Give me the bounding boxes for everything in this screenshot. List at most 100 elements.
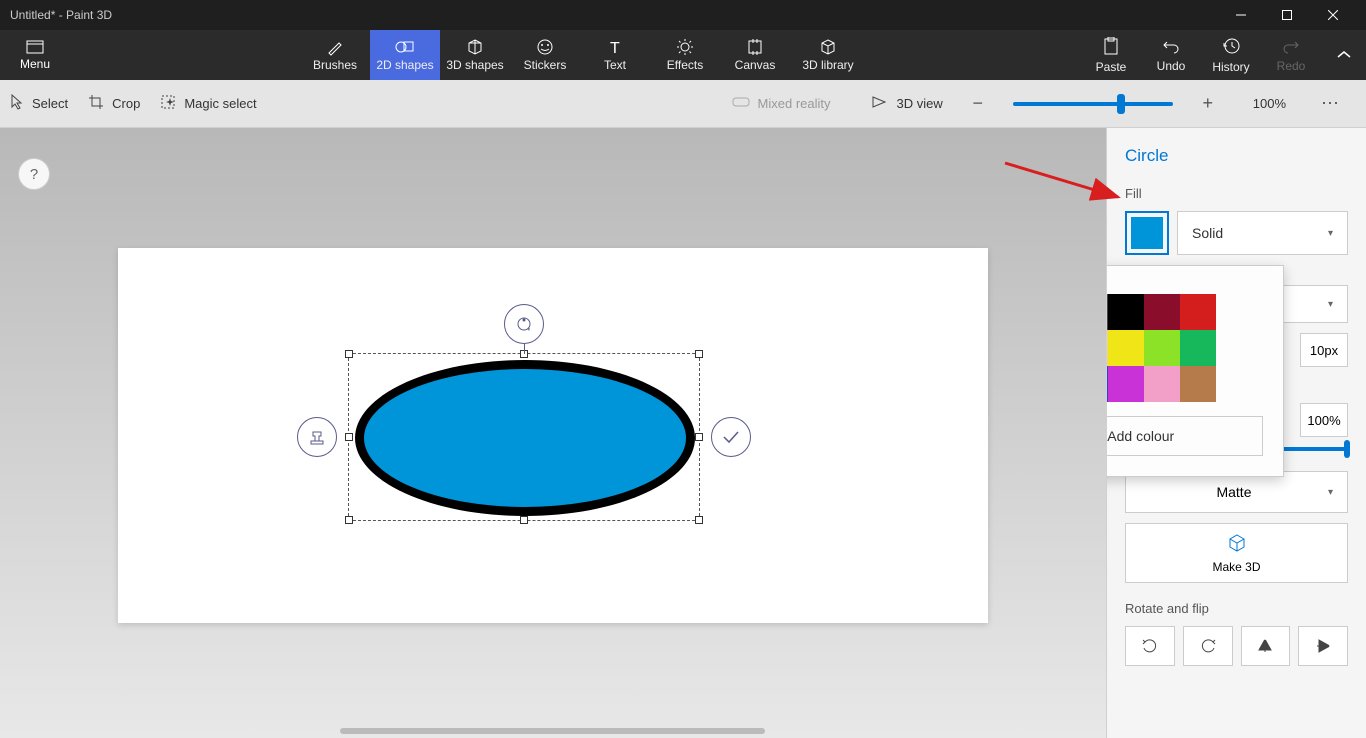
library3d-icon <box>819 38 837 56</box>
add-color-button[interactable]: + Add colour <box>1106 416 1263 456</box>
zoom-in-button[interactable]: + <box>1193 89 1223 119</box>
window-controls <box>1218 0 1356 30</box>
fill-type-dropdown[interactable]: Solid ▾ <box>1177 211 1348 255</box>
more-options[interactable]: ⋯ <box>1321 93 1341 114</box>
menu-label: Menu <box>20 57 50 71</box>
resize-handle-w[interactable] <box>345 433 353 441</box>
close-button[interactable] <box>1310 0 1356 30</box>
sub-toolbar: Select Crop Magic select Mixed reality 3… <box>0 80 1366 128</box>
fill-color-swatch[interactable] <box>1125 211 1169 255</box>
help-button[interactable]: ? <box>18 158 50 190</box>
resize-handle-s[interactable] <box>520 516 528 524</box>
window-title: Untitled* - Paint 3D <box>10 8 112 22</box>
color-swatch[interactable] <box>1180 330 1216 366</box>
flip-vertical-button[interactable] <box>1298 626 1348 666</box>
selection-box[interactable] <box>348 353 700 521</box>
flip-horizontal-button[interactable] <box>1241 626 1291 666</box>
effects-icon <box>676 38 694 56</box>
tab-3d-shapes[interactable]: 3D shapes <box>440 30 510 80</box>
rotate-button[interactable] <box>504 304 544 344</box>
zoom-out-button[interactable]: − <box>963 89 993 119</box>
shapes2d-icon <box>395 38 415 56</box>
crop-icon <box>88 94 104 113</box>
stickers-icon <box>536 38 554 56</box>
color-swatch[interactable] <box>1108 330 1144 366</box>
zoom-percent: 100% <box>1253 96 1286 111</box>
cursor-icon <box>10 94 24 113</box>
color-swatch[interactable] <box>1180 366 1216 402</box>
horizontal-scrollbar[interactable] <box>340 728 765 734</box>
rotate-ccw-button[interactable] <box>1183 626 1233 666</box>
commit-button[interactable] <box>711 417 751 457</box>
color-swatch[interactable] <box>1144 330 1180 366</box>
paste-icon <box>1103 37 1119 58</box>
zoom-slider[interactable] <box>1013 102 1173 106</box>
fill-color-inner <box>1131 217 1163 249</box>
history-button[interactable]: History <box>1201 30 1261 80</box>
canvas-icon <box>746 38 764 56</box>
undo-icon <box>1162 38 1180 57</box>
text-icon: T <box>607 38 623 56</box>
cube-icon <box>1227 533 1247 556</box>
tab-effects[interactable]: Effects <box>650 30 720 80</box>
stamp-button[interactable] <box>297 417 337 457</box>
opacity-handle[interactable] <box>1344 440 1350 458</box>
tab-3d-library[interactable]: 3D library <box>790 30 866 80</box>
chevron-down-icon: ▾ <box>1328 299 1333 310</box>
resize-handle-sw[interactable] <box>345 516 353 524</box>
tab-2d-shapes[interactable]: 2D shapes <box>370 30 440 80</box>
zoom-handle[interactable] <box>1117 94 1125 114</box>
fill-label: Fill <box>1125 186 1348 201</box>
color-swatch[interactable] <box>1108 294 1144 330</box>
view3d-icon <box>871 95 889 112</box>
paste-button[interactable]: Paste <box>1081 30 1141 80</box>
redo-button[interactable]: Redo <box>1261 30 1321 80</box>
expand-panel-button[interactable] <box>1321 30 1366 80</box>
crop-tool[interactable]: Crop <box>88 94 140 113</box>
3d-view-tool[interactable]: 3D view <box>871 95 943 112</box>
shapes3d-icon <box>466 38 484 56</box>
canvas[interactable] <box>118 248 988 623</box>
resize-handle-nw[interactable] <box>345 350 353 358</box>
redo-icon <box>1282 38 1300 57</box>
side-panel: Circle Fill Solid ▾ + Add colour ▾ 10px … <box>1106 128 1366 738</box>
color-palette <box>1106 294 1263 402</box>
menu-icon <box>26 40 44 57</box>
svg-text:T: T <box>610 40 620 55</box>
chevron-down-icon: ▾ <box>1328 228 1333 239</box>
opacity-value[interactable]: 100% <box>1300 403 1348 437</box>
material-dropdown[interactable]: Matte ▾ <box>1125 471 1348 513</box>
undo-button[interactable]: Undo <box>1141 30 1201 80</box>
color-picker-popup: + Add colour <box>1106 265 1284 477</box>
color-swatch[interactable] <box>1180 294 1216 330</box>
tab-text[interactable]: T Text <box>580 30 650 80</box>
canvas-area: ? <box>0 128 1106 738</box>
color-swatch[interactable] <box>1144 294 1180 330</box>
mixed-reality-icon <box>732 95 750 112</box>
panel-title: Circle <box>1125 146 1348 166</box>
select-tool[interactable]: Select <box>10 94 68 113</box>
mixed-reality-tool: Mixed reality <box>732 95 831 112</box>
rotate-flip-label: Rotate and flip <box>1125 601 1348 616</box>
tab-stickers[interactable]: Stickers <box>510 30 580 80</box>
ribbon: Menu Brushes 2D shapes 3D shapes Sticker… <box>0 30 1366 80</box>
color-swatch[interactable] <box>1108 366 1144 402</box>
ellipse-shape[interactable] <box>355 360 695 516</box>
tab-brushes[interactable]: Brushes <box>300 30 370 80</box>
brush-icon <box>326 38 344 56</box>
resize-handle-se[interactable] <box>695 516 703 524</box>
menu-button[interactable]: Menu <box>0 30 70 80</box>
minimize-button[interactable] <box>1218 0 1264 30</box>
chevron-down-icon: ▾ <box>1328 487 1333 498</box>
resize-handle-e[interactable] <box>695 433 703 441</box>
resize-handle-ne[interactable] <box>695 350 703 358</box>
history-icon <box>1222 37 1240 58</box>
thickness-value[interactable]: 10px <box>1300 333 1348 367</box>
magic-icon <box>160 94 176 113</box>
color-swatch[interactable] <box>1144 366 1180 402</box>
maximize-button[interactable] <box>1264 0 1310 30</box>
rotate-cw-button[interactable] <box>1125 626 1175 666</box>
tab-canvas[interactable]: Canvas <box>720 30 790 80</box>
magic-select-tool[interactable]: Magic select <box>160 94 256 113</box>
make-3d-button[interactable]: Make 3D <box>1125 523 1348 583</box>
